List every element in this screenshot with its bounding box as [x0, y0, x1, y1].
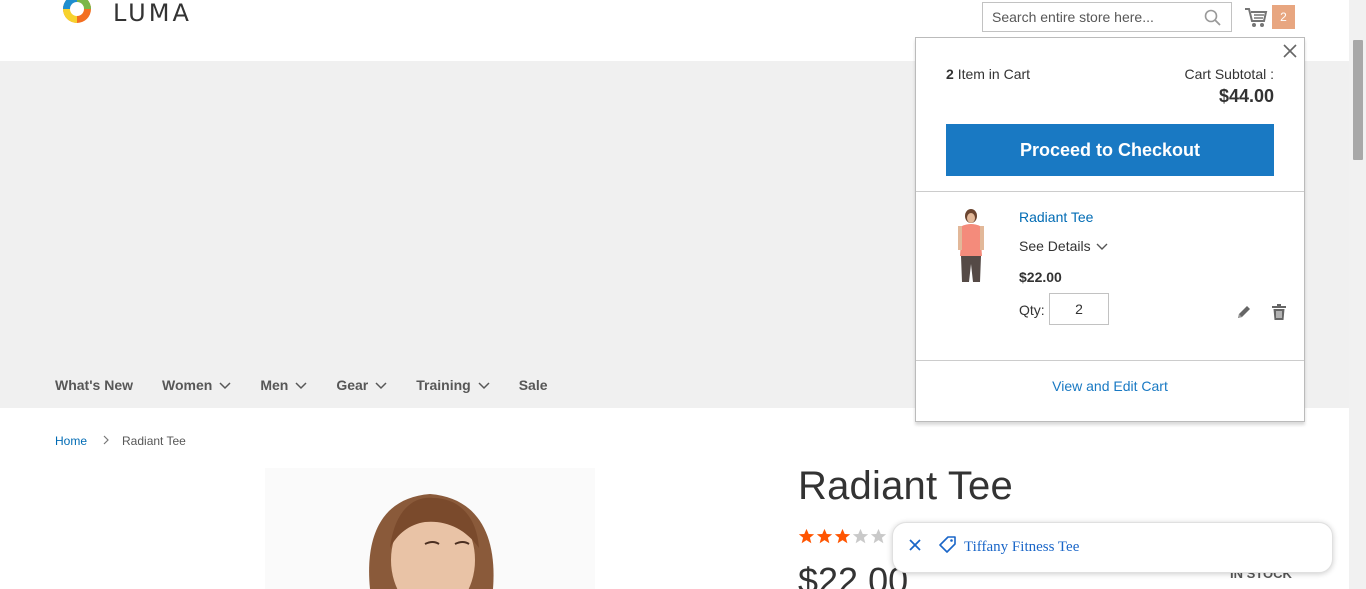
star-filled-icon: [834, 528, 851, 544]
nav-label: Training: [416, 377, 471, 393]
minicart-item-count: 2 Item in Cart: [946, 66, 1030, 82]
chip-label: Tiffany Fitness Tee: [964, 539, 1080, 555]
view-and-edit-cart-link[interactable]: View and Edit Cart: [916, 378, 1304, 394]
page-scrollbar[interactable]: [1349, 0, 1366, 589]
nav-item-gear[interactable]: Gear: [336, 370, 387, 400]
chevron-down-icon: [219, 377, 231, 393]
product-main-image[interactable]: [265, 468, 595, 589]
cart-item-name-link[interactable]: Radiant Tee: [1019, 209, 1093, 225]
search-input[interactable]: [983, 9, 1198, 25]
search-icon[interactable]: [1204, 9, 1221, 31]
divider: [916, 191, 1304, 192]
proceed-to-checkout-button[interactable]: Proceed to Checkout: [946, 124, 1274, 176]
chevron-down-icon: [1096, 238, 1108, 254]
luma-logo[interactable]: LUMA: [55, 0, 192, 36]
subtotal-value: $44.00: [1218, 86, 1274, 106]
nav-item-training[interactable]: Training: [416, 370, 490, 400]
product-price: $22.00: [798, 560, 909, 589]
search-box: [982, 2, 1232, 32]
breadcrumb: Home Radiant Tee: [55, 434, 186, 448]
nav-label: Women: [162, 377, 213, 393]
qty-input[interactable]: [1049, 293, 1109, 325]
star-empty-icon: [870, 528, 887, 544]
breadcrumb-home-link[interactable]: Home: [55, 434, 87, 448]
item-count-text: Item in Cart: [957, 66, 1031, 82]
scrollbar-thumb[interactable]: [1353, 40, 1363, 160]
nav-item-women[interactable]: Women: [162, 370, 231, 400]
minicart-button[interactable]: 2: [1244, 5, 1296, 31]
nav-item-sale[interactable]: Sale: [519, 370, 548, 400]
minicart-dropdown: 2 Item in Cart Cart Subtotal : $44.00 Pr…: [915, 37, 1305, 422]
recommendation-chip[interactable]: Tiffany Fitness Tee: [892, 522, 1333, 573]
nav-label: Gear: [336, 377, 369, 393]
product-rating[interactable]: [798, 528, 888, 545]
logo-text: LUMA: [113, 0, 192, 27]
trash-icon[interactable]: [1271, 303, 1287, 326]
nav-label: Men: [260, 377, 289, 393]
qty-label: Qty:: [1019, 302, 1045, 318]
divider: [916, 360, 1304, 361]
star-empty-icon: [852, 528, 869, 544]
luma-logo-icon: [55, 0, 99, 35]
nav-label: What's New: [55, 377, 134, 393]
star-filled-icon: [816, 528, 833, 544]
main-navigation: What's New Women Men Gear Training Sale: [55, 370, 577, 400]
chevron-right-icon: [103, 434, 109, 448]
chevron-down-icon: [478, 377, 490, 393]
cart-item-price: $22.00: [1019, 269, 1062, 285]
star-filled-icon: [798, 528, 815, 544]
edit-pencil-icon[interactable]: [1236, 304, 1252, 325]
breadcrumb-current: Radiant Tee: [122, 434, 186, 448]
see-details-label: See Details: [1019, 238, 1091, 254]
close-icon[interactable]: [908, 538, 922, 557]
nav-item-whats-new[interactable]: What's New: [55, 370, 133, 400]
cart-item-thumbnail[interactable]: [952, 208, 990, 284]
cart-icon: [1244, 7, 1268, 34]
see-details-toggle[interactable]: See Details: [1019, 238, 1108, 254]
nav-label: Sale: [518, 377, 548, 393]
item-count-number: 2: [946, 66, 954, 82]
nav-item-men[interactable]: Men: [260, 370, 307, 400]
subtotal-label: Cart Subtotal :: [1184, 66, 1275, 82]
product-title: Radiant Tee: [798, 464, 1013, 508]
tag-icon: [939, 536, 957, 559]
cart-count-badge: 2: [1272, 5, 1295, 29]
chevron-down-icon: [295, 377, 307, 393]
chevron-down-icon: [375, 377, 387, 393]
close-icon[interactable]: [1282, 43, 1298, 59]
